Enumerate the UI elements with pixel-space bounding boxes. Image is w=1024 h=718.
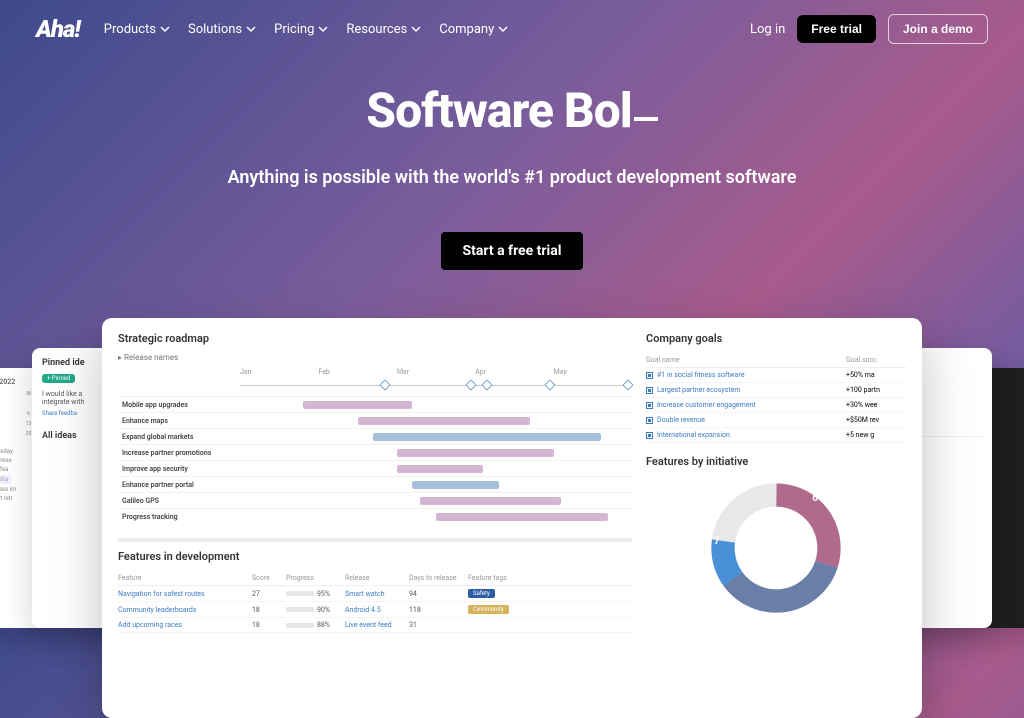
start-trial-button[interactable]: Start a free trial [441,232,584,270]
milestone-icon [466,379,477,390]
features-panel: Features in development FeatureScoreProg… [118,538,632,633]
milestone-icon [379,379,390,390]
hero: Software Bol Anything is possible with t… [0,82,1024,270]
main-dashboard-card: Strategic roadmap ▸ Release names JanFeb… [102,318,922,718]
goals-panel: Company goals Goal nameGoal succ #1 in s… [646,332,906,443]
nav-items: Products Solutions Pricing Resources Com… [104,22,508,37]
features-header: FeatureScoreProgressReleaseDays to relea… [118,571,632,586]
flag-icon [646,432,653,439]
gantt-row[interactable]: Enhance partner portal [118,476,632,492]
milestone-icon [544,379,555,390]
gantt-label: Enhance partner portal [118,481,240,489]
goal-row[interactable]: International expansion+5 new g [646,428,906,443]
goal-row[interactable]: Increase customer engagement+30% wee [646,398,906,413]
flag-icon [646,387,653,394]
goal-row[interactable]: #1 in social fitness software+50% ma [646,368,906,383]
gantt-label: Progress tracking [118,513,240,521]
goal-row[interactable]: Largest partner ecosystem+100 partn [646,383,906,398]
hero-title: Software Bol [0,82,1024,139]
goals-header: Goal nameGoal succ [646,353,906,368]
feature-row[interactable]: Community leaderboards1890%Android 4.511… [118,602,632,618]
chevron-down-icon [411,24,421,34]
login-link[interactable]: Log in [750,22,785,37]
chevron-down-icon [246,24,256,34]
feature-name[interactable]: Navigation for safest routes [118,590,248,598]
right-panel: Company goals Goal nameGoal succ #1 in s… [646,332,906,704]
gantt-row[interactable]: Expand global markets [118,428,632,444]
feature-name[interactable]: Add upcoming races [118,621,248,629]
hero-subtitle: Anything is possible with the world's #1… [0,167,1024,188]
nav-left: Aha Products Solutions Pricing Resources… [36,15,508,43]
release-names-label: ▸ Release names [118,353,632,362]
goals-title: Company goals [646,332,906,345]
flag-icon [646,402,653,409]
top-nav: Aha Products Solutions Pricing Resources… [0,0,1024,58]
nav-resources[interactable]: Resources [346,22,421,37]
nav-solutions[interactable]: Solutions [188,22,256,37]
chevron-down-icon [160,24,170,34]
product-mockup: June 2022 SMTWTFS 1234 567891011 1213141… [102,318,922,718]
logo[interactable]: Aha [36,15,80,43]
gantt-row[interactable]: Progress tracking [118,508,632,524]
gantt-label: Enhance maps [118,417,240,425]
nav-company[interactable]: Company [439,22,508,37]
gantt-row[interactable]: Enhance maps [118,412,632,428]
gantt-label: Expand global markets [118,433,240,441]
nav-right: Log in Free trial Join a demo [750,14,988,44]
timeline-months: JanFebMarAprMay [118,368,632,376]
gantt-label: Increase partner promotions [118,449,240,457]
join-demo-button[interactable]: Join a demo [888,14,988,44]
chevron-down-icon [498,24,508,34]
nav-products[interactable]: Products [104,22,170,37]
feature-name[interactable]: Community leaderboards [118,606,248,614]
gantt-row[interactable]: Galileo GPS [118,492,632,508]
chevron-down-icon [318,24,328,34]
gantt-label: Galileo GPS [118,497,240,505]
milestone-icon [622,379,633,390]
gantt-row[interactable]: Mobile app upgrades [118,396,632,412]
gantt-row[interactable]: Improve app security [118,460,632,476]
milestone-icon [481,379,492,390]
donut-chart: 6 7 [706,478,846,618]
timeline-axis [240,380,632,392]
typing-cursor [634,117,658,121]
free-trial-button[interactable]: Free trial [797,15,876,43]
initiative-title: Features by initiative [646,455,906,468]
nav-pricing[interactable]: Pricing [274,22,328,37]
gantt-label: Improve app security [118,465,240,473]
flag-icon [646,372,653,379]
gantt-label: Mobile app upgrades [118,401,240,409]
feature-row[interactable]: Add upcoming races1888%Live event feed31 [118,618,632,633]
flag-icon [646,417,653,424]
gantt-row[interactable]: Increase partner promotions [118,444,632,460]
initiative-panel: Features by initiative 6 7 [646,455,906,618]
roadmap-title: Strategic roadmap [118,332,632,345]
features-title: Features in development [118,550,632,563]
goal-row[interactable]: Double revenue+$50M rev [646,413,906,428]
left-panel: Strategic roadmap ▸ Release names JanFeb… [118,332,632,704]
